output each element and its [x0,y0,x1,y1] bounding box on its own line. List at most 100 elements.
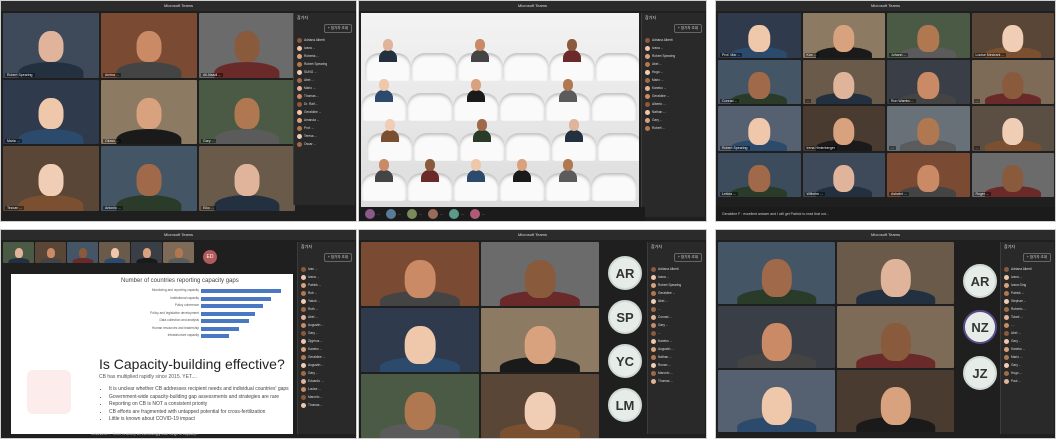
participant-row[interactable]: Ivana Ding [1004,281,1051,289]
participant-row[interactable]: Abel ... [651,297,702,305]
participant-row[interactable]: Yakub ... [301,297,352,305]
participant-initials-avatar[interactable]: NZ [963,310,997,344]
participant-video-thumb[interactable] [99,242,130,263]
participant-video-tile[interactable]: Kan ... [802,13,885,58]
seated-participant[interactable] [375,79,393,102]
participant-row[interactable]: Thomas ... [297,92,352,100]
participant-initials-avatar[interactable]: AR [963,264,997,298]
participant-video-thumb[interactable] [131,242,162,263]
participant-video-tile[interactable]: Conrad ... [718,59,801,104]
participant-row[interactable]: Kaneko ... [651,337,702,345]
invite-button[interactable]: + 참가자 초대 [673,24,702,33]
participant-video-thumb[interactable] [67,242,98,263]
participant-row[interactable]: Abel ... [297,76,352,84]
participant-video-tile[interactable] [718,370,835,432]
participant-row[interactable]: Thomas ... [651,377,702,385]
participant-initials-avatar[interactable]: AR [608,256,642,290]
participant-row[interactable]: Robert Spearing [651,281,702,289]
participant-row[interactable]: Stephan ... [1004,297,1051,305]
overflow-participant[interactable]: ... [406,209,422,219]
seated-participant[interactable] [375,159,393,182]
invite-button[interactable]: + 참가자 초대 [1022,253,1051,262]
participant-row[interactable]: Abel ... [301,313,352,321]
participant-row[interactable]: Eduardo ... [301,377,352,385]
participant-row[interactable]: Ivan ... [301,265,352,273]
participant-row[interactable]: Patrick ... [1004,289,1051,297]
participant-video-tile[interactable]: ... [971,106,1054,151]
participant-video-tile[interactable]: Eiko ... [199,146,295,211]
participant-video-tile[interactable] [361,374,479,438]
participant-video-tile[interactable]: Irena Hinterberger [802,106,885,151]
seated-participant[interactable] [513,159,531,182]
participant-row[interactable]: Kaneko ... [1004,345,1051,353]
participant-row[interactable]: Ruth ... [301,305,352,313]
participant-video-thumb[interactable] [3,242,34,263]
participant-row[interactable]: Oscar ... [297,140,352,148]
participant-row[interactable]: Abel ... [645,60,702,68]
seated-participant[interactable] [563,39,581,62]
participant-video-tile[interactable]: Maria ... [3,79,99,145]
participant-video-tile[interactable] [837,306,954,368]
participant-row[interactable]: Robert Spearing [645,52,702,60]
participant-video-tile[interactable] [837,242,954,304]
participant-row[interactable]: Hugo ... [1004,369,1051,377]
participant-row[interactable]: Gary ... [645,116,702,124]
participant-row[interactable]: Ivana ... [1004,273,1051,281]
participant-row[interactable]: ... [651,329,702,337]
participant-video-tile[interactable]: Leticia ... [718,152,801,197]
participant-row[interactable]: Dr. Ralf ... [297,100,352,108]
participant-video-tile[interactable]: Wilhelm ... [802,152,885,197]
participant-row[interactable]: Thomas ... [301,401,352,409]
seated-participant[interactable] [381,119,399,142]
participant-row[interactable]: Gary ... [301,329,352,337]
invite-button[interactable]: + 참가자 초대 [323,253,352,262]
participant-row[interactable]: Nathan ... [651,353,702,361]
overflow-participant[interactable]: ... [469,209,485,219]
participant-initials-avatar[interactable]: SP [608,300,642,334]
participant-video-thumb[interactable] [163,242,194,263]
participant-row[interactable]: Abel ... [1004,329,1051,337]
overflow-participant[interactable]: ... [365,209,380,219]
seated-participant[interactable] [379,39,397,62]
participant-video-tile[interactable]: Roger ... [971,152,1054,197]
participant-row[interactable]: Geraldine ... [645,92,702,100]
participant-row[interactable]: Adriana Alberti [645,36,702,44]
participant-row[interactable]: Hugo ... [645,68,702,76]
participant-row[interactable]: Ronan ... [651,361,702,369]
participant-row[interactable]: Amanda ... [297,116,352,124]
seated-participant[interactable] [559,79,577,102]
participant-video-tile[interactable] [718,306,835,368]
participant-row[interactable]: Robert ... [645,124,702,132]
participant-video-tile[interactable] [481,374,599,438]
participant-row[interactable]: Marcelo ... [651,369,702,377]
participant-video-tile[interactable] [837,370,954,432]
participant-row[interactable]: Mario ... [297,84,352,92]
participant-row[interactable]: Geraldine ... [301,353,352,361]
participant-row[interactable]: Tolani ... [1004,313,1051,321]
seated-participant[interactable] [559,159,577,182]
participant-row[interactable]: Ivana ... [297,44,352,52]
participant-video-tile[interactable]: Louise Mindrant ... [971,13,1054,58]
participant-row[interactable]: Geraldine ... [297,108,352,116]
participant-row[interactable]: Patrick ... [301,281,352,289]
participant-row[interactable]: Geraldine ... [651,289,702,297]
participant-video-thumb[interactable] [35,242,66,263]
participant-row[interactable]: Mario ... [1004,353,1051,361]
participant-video-tile[interactable] [361,308,479,372]
participant-row[interactable]: Augustin ... [301,321,352,329]
seated-participant[interactable] [467,79,485,102]
participant-row[interactable]: Gary ... [1004,361,1051,369]
participant-video-tile[interactable]: ... [802,59,885,104]
participant-row[interactable]: Augustin ... [301,361,352,369]
invite-button[interactable]: + 참가자 초대 [673,253,702,262]
participant-video-tile[interactable]: Amina ... [101,13,197,78]
seated-participant[interactable] [421,159,439,182]
participant-row[interactable]: Gary ... [1004,337,1051,345]
participant-video-tile[interactable] [481,242,599,306]
participant-video-tile[interactable]: Prof. Mar ... [718,13,801,58]
participant-video-tile[interactable]: Johann ... [887,13,970,58]
participant-initials-avatar[interactable]: JZ [963,356,997,390]
participant-row[interactable]: Roberto ... [1004,305,1051,313]
participant-row[interactable]: Nathan ... [645,108,702,116]
participant-row[interactable]: Paul ... [1004,377,1051,385]
